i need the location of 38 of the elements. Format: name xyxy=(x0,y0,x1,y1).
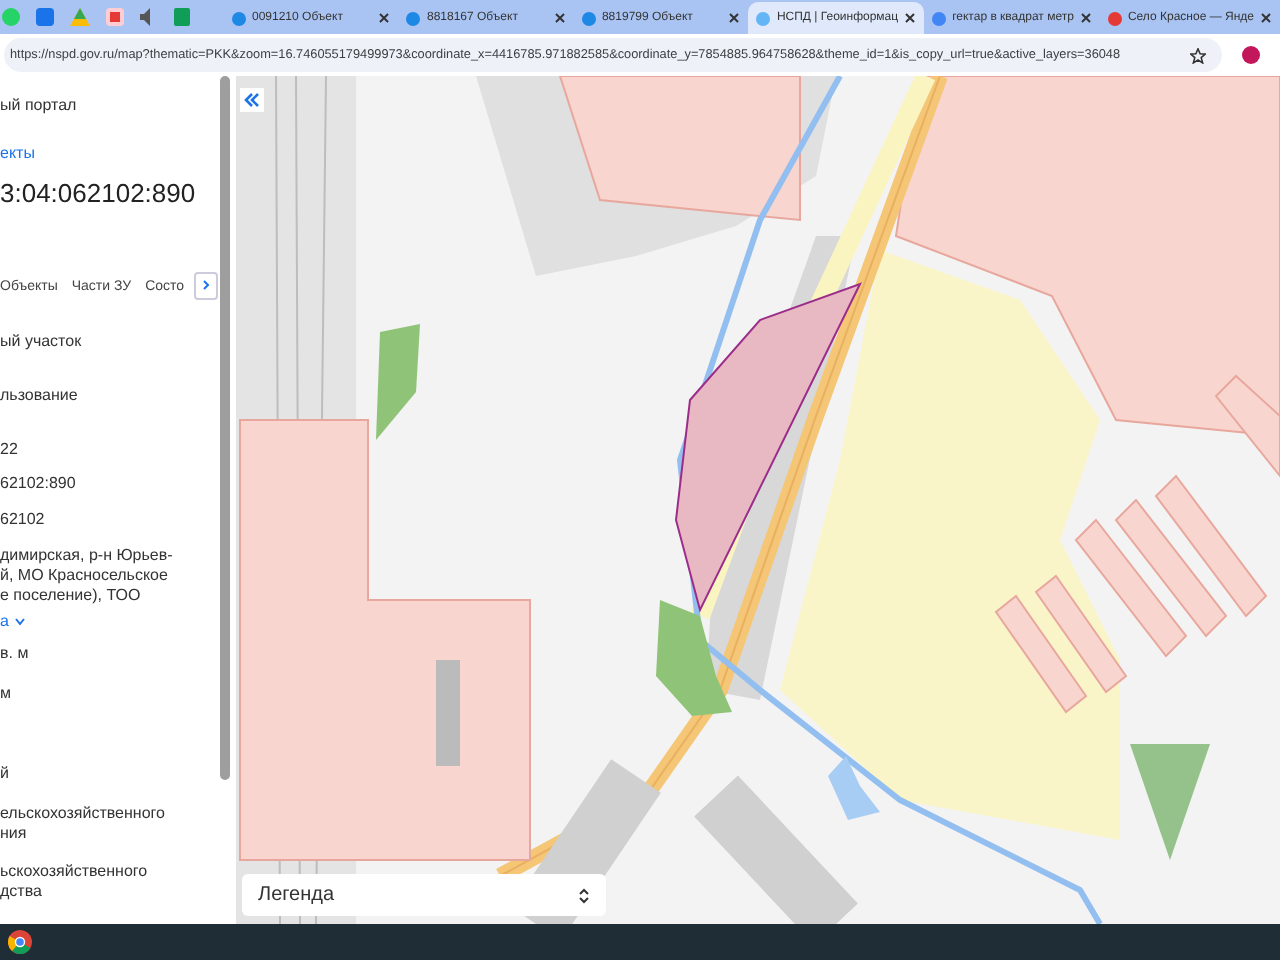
chevron-down-icon xyxy=(14,617,27,625)
browser-icon[interactable] xyxy=(8,930,32,954)
legend-select[interactable]: Легенда xyxy=(242,874,606,916)
collapse-panel-button[interactable] xyxy=(240,88,264,112)
field-value: й xyxy=(0,763,11,783)
chevron-right-icon xyxy=(202,280,210,290)
sort-chevrons-icon xyxy=(578,885,590,905)
field-value: в. м xyxy=(0,643,31,663)
cadastral-number: 3:04:062102:890 xyxy=(0,176,198,212)
favicon-icon xyxy=(581,11,596,25)
close-icon[interactable] xyxy=(1259,12,1272,24)
close-icon[interactable] xyxy=(904,12,917,24)
close-icon[interactable] xyxy=(553,12,566,24)
scroll-tabs-button[interactable] xyxy=(194,271,218,299)
favicon-icon xyxy=(406,11,421,25)
expand-link[interactable]: а xyxy=(0,611,236,631)
portal-title: ый портал xyxy=(0,94,79,114)
favicon-icon xyxy=(756,11,771,25)
favicon-icon xyxy=(932,11,947,25)
field-value: димирская, р-н Юрьев- й, МО Красносельское е поселение), ТОО xyxy=(0,545,175,605)
field-value: ьскохозяйственного дства xyxy=(0,861,150,901)
field-value: ый участок xyxy=(0,331,84,351)
profile-icon[interactable] xyxy=(1242,46,1260,64)
breadcrumb-link[interactable]: екты xyxy=(0,142,236,162)
field-value: 22 xyxy=(0,439,20,459)
favicon-icon xyxy=(1107,11,1122,25)
field-value: льзование xyxy=(0,385,80,405)
app-icon[interactable] xyxy=(106,8,124,26)
field-value: 62102 xyxy=(0,509,47,529)
field-value: м xyxy=(0,683,13,703)
close-icon[interactable] xyxy=(728,12,741,24)
double-chevron-icon xyxy=(244,92,260,108)
star-icon[interactable] xyxy=(1190,47,1206,63)
close-icon[interactable] xyxy=(1079,12,1092,24)
field-value: 62102:890 xyxy=(0,473,78,493)
field-value: ельскохозяйственного ния xyxy=(0,803,167,843)
close-icon[interactable] xyxy=(378,12,391,24)
favicon-icon xyxy=(232,11,246,25)
